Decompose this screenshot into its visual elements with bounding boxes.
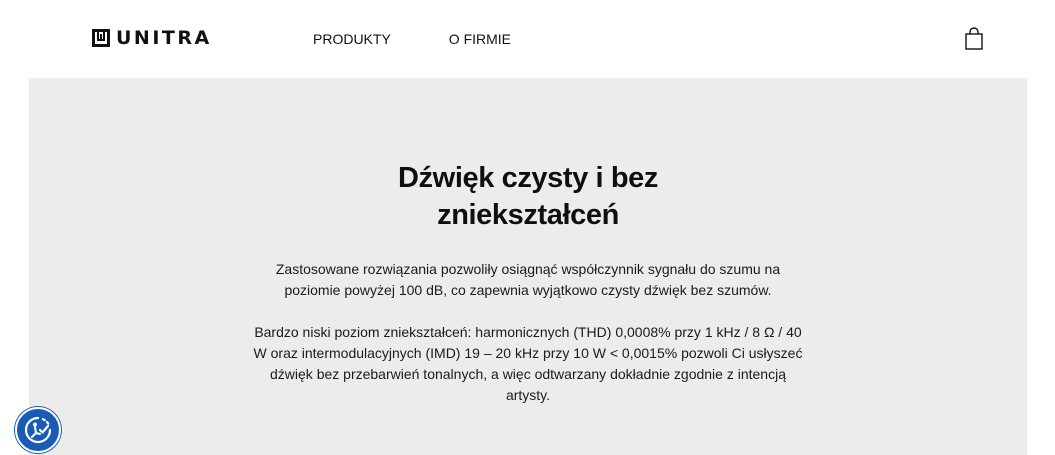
accessibility-button[interactable] [15, 407, 61, 453]
accessibility-icon [24, 416, 52, 444]
paragraph-line: poziomie powyżej 100 dB, co zapewnia wyj… [284, 282, 772, 298]
page: UNITRA PRODUKTY O FIRMIE Dźwięk czysty i… [0, 0, 1055, 455]
paragraph-line: artysty. [505, 387, 551, 403]
paragraph-line: Bardzo niski poziom zniekształceń: harmo… [254, 324, 802, 340]
section-title-line-2: zniekształceń [437, 199, 619, 231]
paragraph-line: dźwięk bez przebarwień tonalnych, a więc… [270, 366, 786, 382]
logo-text: UNITRA [116, 27, 212, 49]
paragraph-snr: Zastosowane rozwiązania pozwoliły osiągn… [222, 259, 834, 301]
unitra-logo-icon [92, 29, 110, 47]
nav-item-o-firmie[interactable]: O FIRMIE [449, 31, 511, 47]
logo[interactable]: UNITRA [92, 28, 212, 48]
feature-section: Dźwięk czysty i bez zniekształceń Zastos… [29, 78, 1027, 455]
site-header: UNITRA PRODUKTY O FIRMIE [0, 0, 1055, 78]
paragraph-distortion: Bardzo niski poziom zniekształceń: harmo… [222, 322, 834, 406]
main-nav: PRODUKTY O FIRMIE [313, 31, 511, 47]
nav-item-produkty[interactable]: PRODUKTY [313, 31, 391, 47]
section-title: Dźwięk czysty i bez zniekształceń [29, 160, 1027, 234]
paragraph-line: Zastosowane rozwiązania pozwoliły osiągn… [275, 261, 781, 277]
paragraph-line: W oraz intermodulacyjnych (IMD) 19 – 20 … [253, 345, 803, 361]
section-title-line-1: Dźwięk czysty i bez [398, 162, 658, 194]
shopping-bag-icon[interactable] [963, 27, 985, 51]
